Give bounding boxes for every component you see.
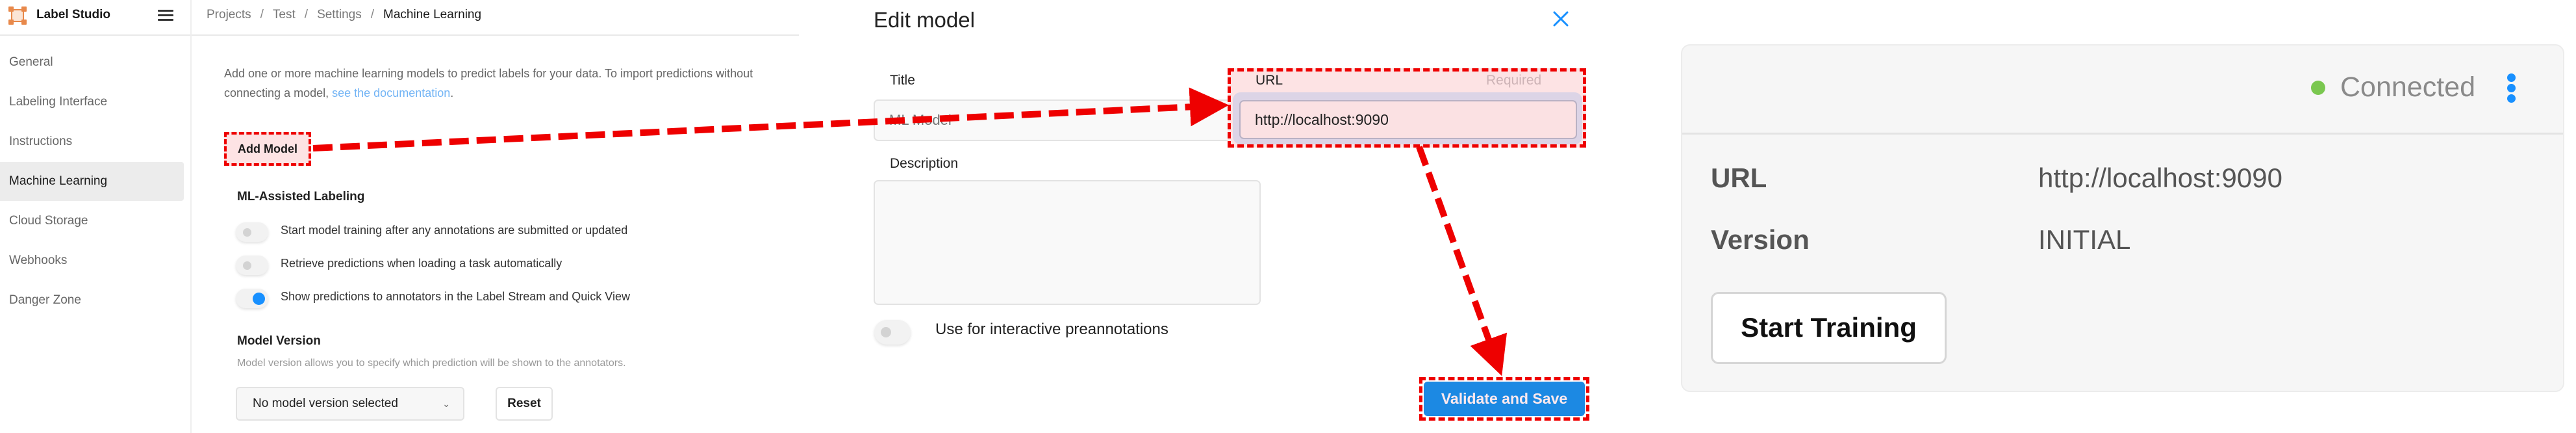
validate-and-save-highlight: Validate and Save [1419, 377, 1589, 421]
card-value-version: INITIAL [2038, 224, 2131, 255]
modal-title: Edit model [874, 8, 975, 32]
breadcrumb-current: Machine Learning [383, 8, 482, 21]
card-key-version: Version [1711, 224, 1810, 255]
interactive-label: Use for interactive preannotations [935, 321, 1168, 338]
label-studio-settings-panel: Label Studio Projects / Test / Settings / Mach… [0, 0, 799, 433]
card-key-url: URL [1711, 163, 1767, 193]
model-version-hint: Model version allows you to specify whic… [237, 358, 626, 369]
title-input[interactable] [874, 99, 1237, 141]
toggle-retrieve-predictions[interactable] [236, 256, 268, 275]
description-label: Description [890, 156, 959, 171]
sidebar-item-danger-zone[interactable]: Danger Zone [0, 281, 184, 320]
add-model-button[interactable]: Add Model [224, 132, 311, 166]
breadcrumb-test[interactable]: Test [273, 8, 296, 21]
intro-text: Add one or more machine learning models … [224, 67, 753, 99]
arrow-url-to-validate [1416, 146, 1508, 376]
sidebar-item-cloud-storage[interactable]: Cloud Storage [0, 202, 184, 241]
ml-intro-text: Add one or more machine learning models … [224, 64, 796, 103]
breadcrumb-separator: / [370, 8, 374, 21]
toggle-train-on-annotation[interactable] [236, 222, 268, 242]
description-textarea[interactable] [874, 180, 1261, 305]
sidebar-item-webhooks[interactable]: Webhooks [0, 241, 184, 280]
ml-assisted-heading: ML-Assisted Labeling [237, 190, 365, 203]
breadcrumb-projects[interactable]: Projects [207, 8, 251, 21]
status-dot-icon [2311, 81, 2325, 95]
toggle-label: Retrieve predictions when loading a task… [281, 257, 562, 270]
breadcrumb: Projects / Test / Settings / Machine Learning [207, 8, 481, 22]
breadcrumb-separator: / [260, 8, 264, 21]
sidebar-item-labeling-interface[interactable]: Labeling Interface [0, 83, 184, 122]
toggle-interactive-preannotations[interactable] [874, 320, 911, 345]
model-version-select[interactable]: No model version selected ⌄ [236, 387, 464, 421]
model-version-heading: Model Version [237, 334, 321, 348]
url-input[interactable]: http://localhost:9090 [1239, 100, 1577, 139]
toggle-label: Show predictions to annotators in the La… [281, 290, 630, 303]
status-badge: Connected [2340, 72, 2475, 103]
url-field-label: URL [1256, 73, 1283, 88]
intro-period: . [450, 86, 454, 99]
start-training-button[interactable]: Start Training [1711, 292, 1947, 364]
model-version-select-value: No model version selected [253, 397, 398, 410]
more-options-icon[interactable] [2507, 73, 2516, 103]
breadcrumb-separator: / [304, 8, 309, 21]
validate-and-save-button[interactable]: Validate and Save [1424, 382, 1585, 416]
reset-button[interactable]: Reset [496, 387, 553, 421]
sidebar-divider [190, 0, 192, 433]
sidebar-item-instructions[interactable]: Instructions [0, 122, 184, 161]
card-value-url: http://localhost:9090 [2038, 163, 2282, 193]
url-required-hint: Required [1486, 73, 1542, 88]
close-icon[interactable] [1551, 9, 1571, 29]
toggle-show-predictions[interactable] [236, 289, 268, 308]
sidebar-item-machine-learning[interactable]: Machine Learning [0, 162, 184, 201]
chevron-down-icon: ⌄ [442, 399, 450, 409]
title-field-label: Title [890, 73, 915, 88]
sidebar-item-general[interactable]: General [0, 43, 184, 82]
hamburger-menu-icon[interactable] [158, 10, 173, 21]
card-divider [1682, 133, 2563, 135]
app-brand: Label Studio [36, 8, 110, 21]
toggle-label: Start model training after any annotatio… [281, 224, 628, 237]
label-studio-logo-icon[interactable] [8, 7, 27, 25]
breadcrumb-settings[interactable]: Settings [317, 8, 362, 21]
documentation-link[interactable]: see the documentation [332, 86, 450, 99]
